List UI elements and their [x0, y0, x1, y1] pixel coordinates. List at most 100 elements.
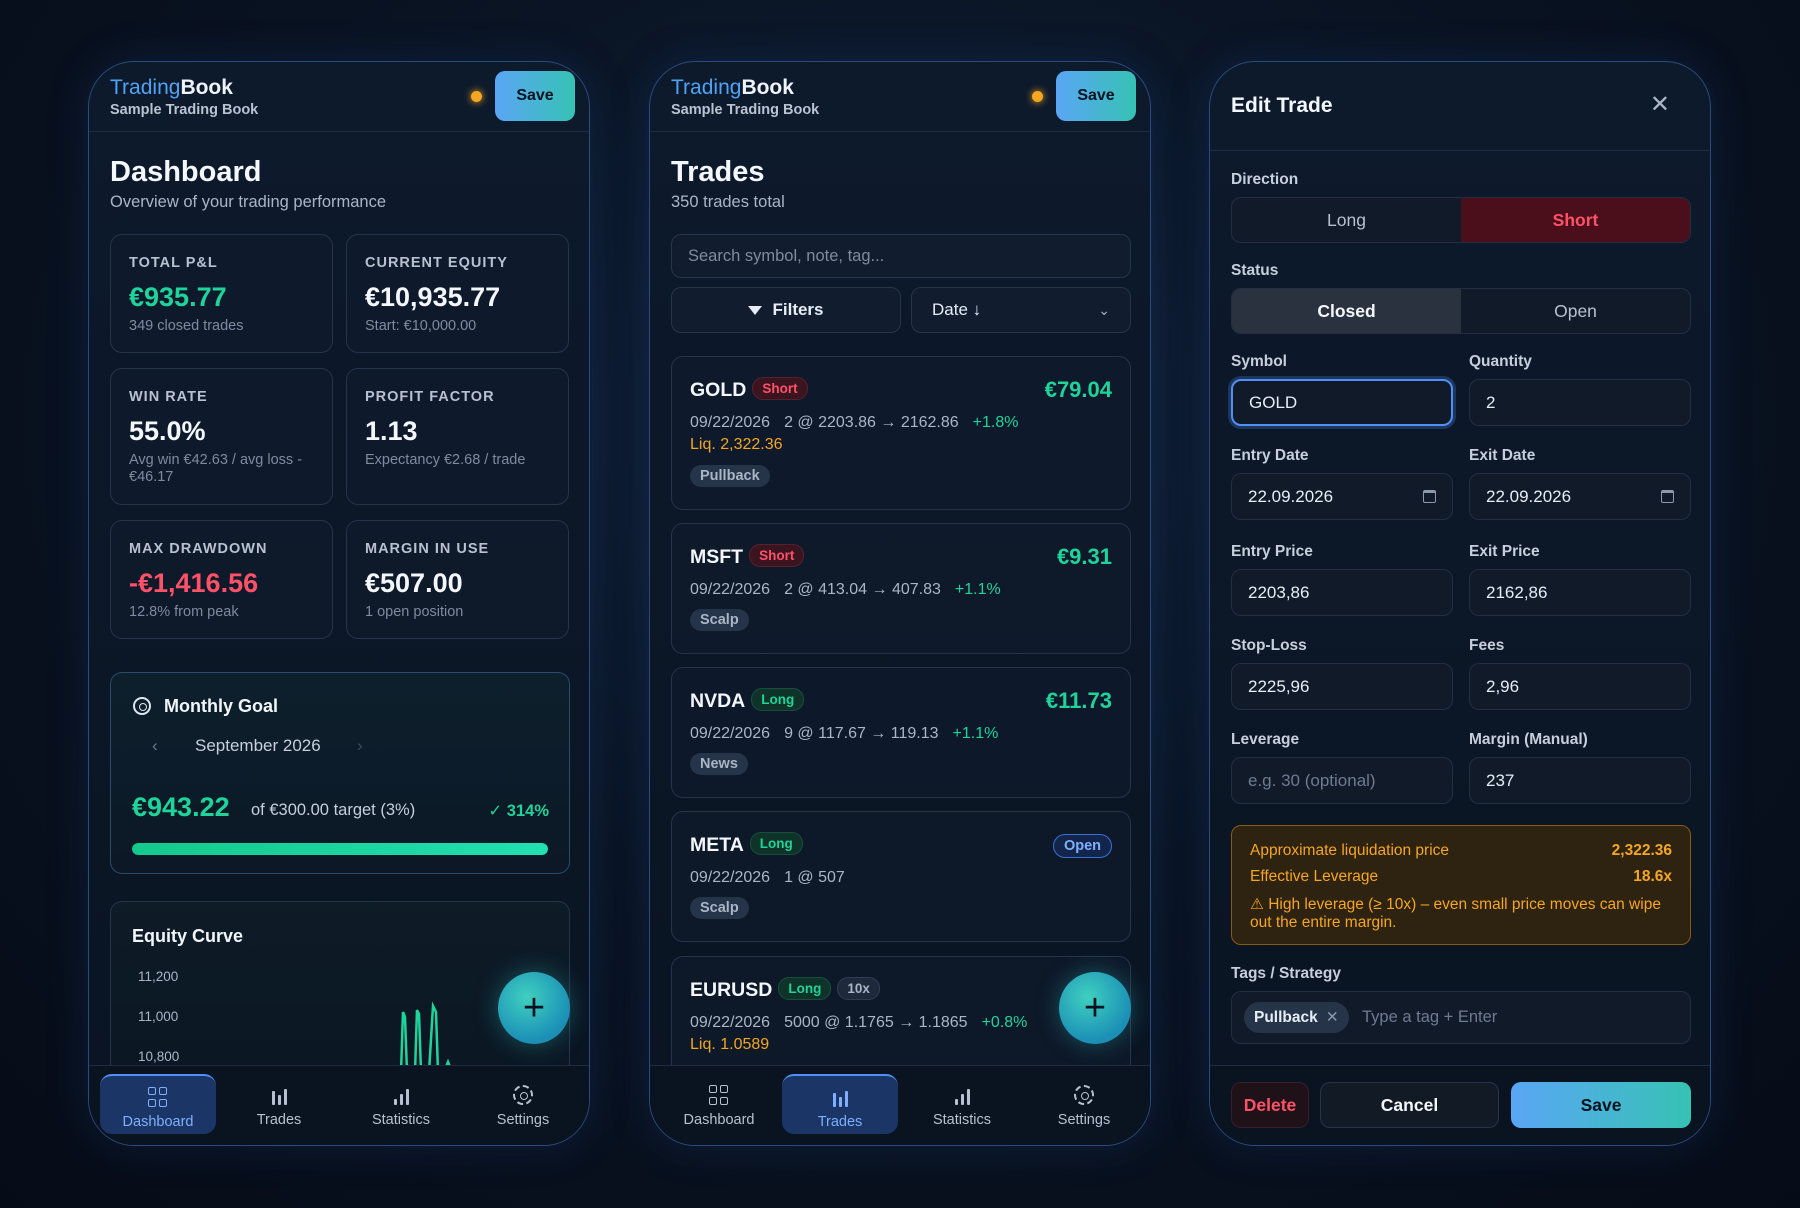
- sort-select[interactable]: Date ↓ ⌄: [911, 287, 1131, 333]
- trade-pnl: €11.73: [1045, 688, 1112, 713]
- nav-settings[interactable]: Settings: [1026, 1074, 1142, 1134]
- nav-dashboard[interactable]: Dashboard: [661, 1074, 777, 1134]
- nav-dashboard[interactable]: Dashboard: [100, 1074, 216, 1134]
- trade-card[interactable]: META Long Open 09/22/2026 1 @ 507 Scalp: [671, 811, 1131, 942]
- trade-pnl: €9.31: [1056, 544, 1112, 569]
- sliders-icon: [269, 1085, 289, 1105]
- delete-button[interactable]: Delete: [1231, 1082, 1309, 1128]
- trade-tag: Pullback: [690, 465, 770, 487]
- grid-icon: [709, 1085, 729, 1105]
- stat-card-current-equity: CURRENT EQUITY €10,935.77 Start: €10,000…: [346, 234, 569, 353]
- direction-badge: Long: [749, 832, 803, 856]
- trade-date: 09/22/2026: [690, 414, 771, 431]
- stat-card-margin-in-use: MARGIN IN USE €507.00 1 open position: [346, 520, 569, 639]
- cancel-button[interactable]: Cancel: [1320, 1082, 1499, 1128]
- chevron-right-icon[interactable]: ›: [357, 736, 363, 756]
- filters-button[interactable]: Filters: [671, 287, 901, 333]
- stat-card-profit-factor: PROFIT FACTOR 1.13 Expectancy €2.68 / tr…: [346, 368, 569, 505]
- fees-input[interactable]: 2,96: [1469, 663, 1691, 710]
- stat-label: WIN RATE: [129, 389, 208, 405]
- trade-symbol: MSFT: [690, 546, 744, 568]
- nav-trades[interactable]: Trades: [782, 1074, 898, 1134]
- trade-card[interactable]: MSFT Short €9.31 09/22/2026 2 @ 413.04 → 4…: [671, 523, 1131, 654]
- direction-toggle: Long Short: [1231, 197, 1691, 243]
- add-trade-button[interactable]: +: [1059, 972, 1131, 1044]
- status-open-option[interactable]: Open: [1461, 289, 1690, 333]
- stat-value: 1.13: [365, 416, 418, 446]
- trade-symbol: EURUSD: [690, 979, 773, 1001]
- liquidation-value: 2,322.36: [1611, 842, 1672, 859]
- stat-label: TOTAL P&L: [129, 255, 218, 271]
- close-icon[interactable]: ✕: [1650, 90, 1670, 119]
- stat-sub: 12.8% from peak: [129, 604, 239, 620]
- remove-tag-icon[interactable]: ✕: [1326, 1009, 1339, 1026]
- stat-label: CURRENT EQUITY: [365, 255, 508, 271]
- goal-progress-fill: [132, 843, 548, 855]
- goal-title: Monthly Goal: [164, 696, 278, 716]
- exit-price-input[interactable]: 2162,86: [1469, 569, 1691, 616]
- leverage-input[interactable]: e.g. 30 (optional): [1231, 757, 1453, 804]
- nav-settings[interactable]: Settings: [465, 1074, 581, 1134]
- app-logo: TradingBook: [671, 76, 794, 99]
- chevron-left-icon[interactable]: ‹: [152, 736, 158, 756]
- trade-card[interactable]: GOLD Short €79.04 09/22/2026 2 @ 2203.86 →…: [671, 356, 1131, 510]
- nav-statistics[interactable]: Statistics: [904, 1074, 1020, 1134]
- trade-symbol: NVDA: [690, 690, 746, 712]
- trade-detail: 2 @ 2203.86 → 2162.86: [784, 414, 959, 431]
- open-status-badge: Open: [1052, 834, 1112, 858]
- trade-change: +1.1%: [952, 725, 999, 742]
- stat-value: €507.00: [365, 568, 463, 598]
- direction-badge: Long: [778, 977, 832, 1001]
- tags-input[interactable]: Pullback ✕ Type a tag + Enter: [1231, 991, 1691, 1044]
- trade-pnl: €79.04: [1044, 377, 1112, 402]
- calendar-icon[interactable]: [1661, 490, 1674, 503]
- stat-sub: 349 closed trades: [129, 318, 244, 334]
- quantity-input[interactable]: 2: [1469, 379, 1691, 426]
- modal-title: Edit Trade: [1231, 94, 1333, 117]
- symbol-input[interactable]: GOLD: [1231, 379, 1453, 426]
- filter-icon: [748, 305, 763, 315]
- leverage-label: Leverage: [1231, 731, 1300, 748]
- trade-symbol: META: [690, 834, 744, 856]
- entry-date-input[interactable]: 22.09.2026: [1231, 473, 1453, 520]
- nav-statistics[interactable]: Statistics: [343, 1074, 459, 1134]
- quantity-label: Quantity: [1469, 353, 1532, 370]
- save-trade-button[interactable]: Save: [1511, 1082, 1691, 1128]
- margin-input[interactable]: 237: [1469, 757, 1691, 804]
- trade-date: 09/22/2026: [690, 1014, 771, 1031]
- stat-value: €10,935.77: [365, 282, 501, 312]
- stop-loss-input[interactable]: 2225,96: [1231, 663, 1453, 710]
- warning-message: ⚠ High leverage (≥ 10x) – even small pri…: [1250, 896, 1661, 931]
- stat-card-max-drawdown: MAX DRAWDOWN -€1,416.56 12.8% from peak: [110, 520, 333, 639]
- effective-leverage-value: 18.6x: [1633, 868, 1672, 885]
- page-title: Dashboard: [110, 156, 262, 188]
- nav-trades[interactable]: Trades: [221, 1074, 337, 1134]
- trade-card[interactable]: NVDA Long €11.73 09/22/2026 9 @ 117.67 → 1…: [671, 667, 1131, 798]
- app-header: TradingBook Sample Trading Book Save: [650, 62, 1150, 132]
- add-trade-button[interactable]: +: [498, 972, 570, 1044]
- stat-card-total-pnl: TOTAL P&L €935.77 349 closed trades: [110, 234, 333, 353]
- direction-badge: Long: [751, 688, 805, 712]
- stop-loss-label: Stop-Loss: [1231, 637, 1307, 654]
- monthly-goal-card: Monthly Goal ‹ September 2026 › €943.22 …: [110, 672, 570, 874]
- gear-icon: [1074, 1085, 1094, 1105]
- trade-date: 09/22/2026: [690, 725, 771, 742]
- direction-long-option[interactable]: Long: [1232, 198, 1461, 242]
- app-header: TradingBook Sample Trading Book Save: [89, 62, 589, 132]
- trade-symbol: GOLD: [690, 379, 747, 401]
- unsaved-indicator: [1032, 91, 1043, 102]
- calendar-icon[interactable]: [1423, 490, 1436, 503]
- exit-date-input[interactable]: 22.09.2026: [1469, 473, 1691, 520]
- trade-change: +1.8%: [972, 414, 1019, 431]
- liquidation-label: Approximate liquidation price: [1250, 842, 1450, 859]
- book-name: Sample Trading Book: [110, 102, 259, 118]
- bottom-nav: Dashboard Trades Statistics Settings: [650, 1065, 1150, 1145]
- search-input[interactable]: Search symbol, note, tag...: [671, 234, 1131, 278]
- entry-price-input[interactable]: 2203,86: [1231, 569, 1453, 616]
- status-closed-option[interactable]: Closed: [1232, 289, 1461, 333]
- unsaved-indicator: [471, 91, 482, 102]
- direction-badge: Short: [752, 377, 808, 401]
- direction-short-option[interactable]: Short: [1461, 198, 1690, 242]
- save-button[interactable]: Save: [495, 71, 575, 121]
- save-button[interactable]: Save: [1056, 71, 1136, 121]
